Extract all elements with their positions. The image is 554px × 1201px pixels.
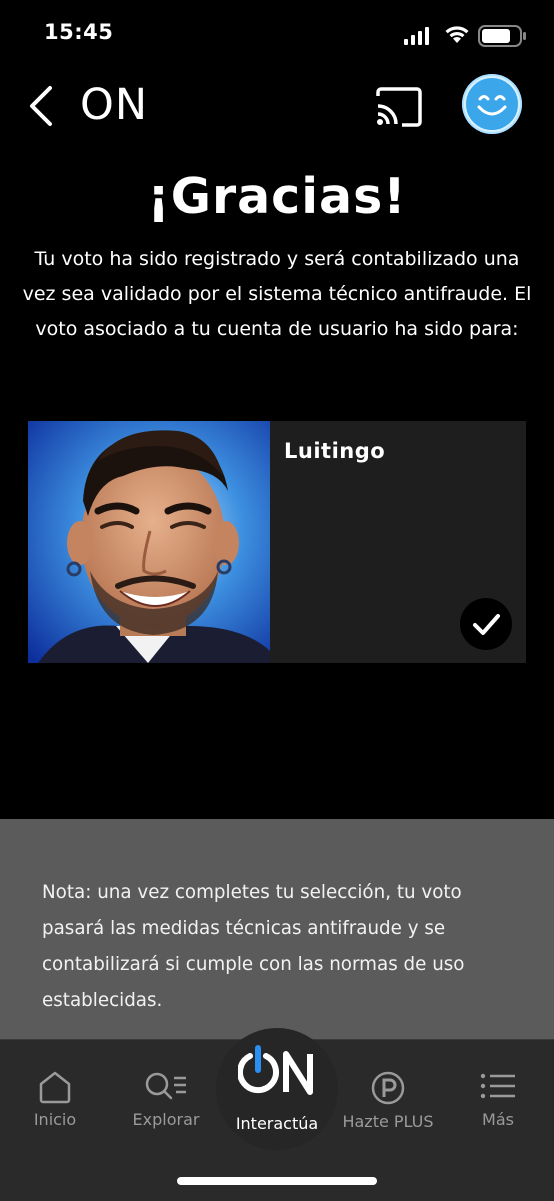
- candidate-name: Luitingo: [284, 439, 386, 463]
- on-logo[interactable]: ON: [80, 80, 148, 130]
- home-icon: [39, 1071, 71, 1104]
- confirmation-text: Tu voto ha sido registrado y será contab…: [22, 248, 532, 340]
- tab-label: Inicio: [33, 1110, 77, 1129]
- search-list-icon: [145, 1072, 186, 1100]
- status-bar: 15:45: [0, 0, 554, 70]
- tab-explorar[interactable]: Explorar: [128, 1070, 204, 1129]
- plus-p-icon: [371, 1071, 405, 1105]
- tab-label: Más: [482, 1110, 514, 1129]
- tab-hazte-plus[interactable]: Hazte PLUS: [340, 1070, 436, 1131]
- signal-icon: [404, 27, 429, 45]
- tab-inicio[interactable]: Inicio: [22, 1070, 88, 1129]
- page-title: ¡Gracias!: [147, 168, 407, 225]
- tab-interactua[interactable]: Interactúa: [216, 1028, 338, 1150]
- note-panel: Nota: una vez completes tu selección, tu…: [0, 819, 554, 1039]
- avatar[interactable]: [462, 74, 522, 134]
- battery-icon: [478, 25, 526, 47]
- menu-list-icon: [480, 1073, 515, 1099]
- selected-check: [460, 598, 512, 650]
- checkmark-icon: [473, 614, 500, 635]
- top-nav: ON: [0, 70, 554, 142]
- tab-label: Explorar: [132, 1110, 200, 1129]
- home-indicator[interactable]: [177, 1177, 377, 1185]
- wifi-icon: [445, 26, 469, 43]
- cast-icon[interactable]: [374, 86, 424, 128]
- candidate-card[interactable]: Luitingo: [28, 421, 526, 663]
- smiley-icon: [464, 76, 520, 132]
- chevron-left-icon[interactable]: [24, 84, 60, 128]
- tab-label: Hazte PLUS: [342, 1112, 434, 1131]
- on-logo-icon: [238, 1045, 313, 1095]
- tab-label: Interactúa: [235, 1114, 319, 1133]
- tab-mas[interactable]: Más: [470, 1070, 526, 1129]
- note-text: Nota: una vez completes tu selección, tu…: [42, 882, 465, 1011]
- candidate-photo: [28, 421, 270, 663]
- status-time: 15:45: [44, 20, 114, 44]
